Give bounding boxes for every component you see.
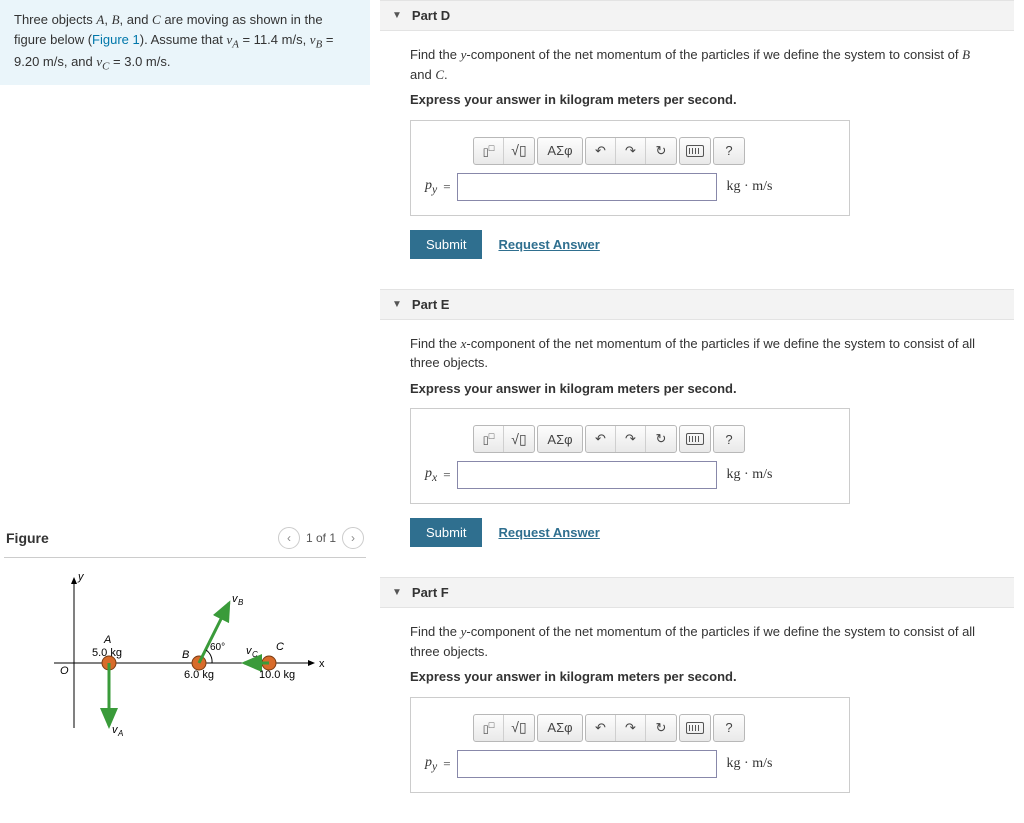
redo-icon[interactable]: ↷ [616, 138, 646, 164]
undo-icon[interactable]: ↶ [586, 426, 616, 452]
reset-icon[interactable]: ↻ [646, 715, 676, 741]
part-f-header[interactable]: ▼ Part F [380, 577, 1014, 608]
svg-text:C: C [276, 641, 284, 653]
part-f-instruction: Find the y-component of the net momentum… [410, 622, 994, 661]
part-f-express: Express your answer in kilogram meters p… [410, 667, 994, 687]
sqrt-icon[interactable]: √▯ [504, 715, 534, 741]
figure-link[interactable]: Figure 1 [92, 32, 140, 47]
part-f-input[interactable] [457, 750, 717, 778]
submit-button[interactable]: Submit [410, 518, 482, 547]
svg-text:A: A [117, 729, 123, 738]
part-e-answer-box: ▯□ √▯ ΑΣφ ↶ ↷ ↻ ? px = [410, 408, 850, 504]
keyboard-icon[interactable] [680, 138, 710, 164]
part-d-input[interactable] [457, 173, 717, 201]
svg-text:x: x [319, 658, 325, 670]
undo-icon[interactable]: ↶ [586, 715, 616, 741]
svg-text:A: A [103, 634, 111, 646]
part-f: ▼ Part F Find the y-component of the net… [380, 577, 1014, 811]
request-answer-link[interactable]: Request Answer [498, 525, 599, 540]
part-e-input[interactable] [457, 461, 717, 489]
unit-label: kg · m/s [727, 467, 773, 483]
greek-button[interactable]: ΑΣφ [538, 138, 582, 164]
figure-title: Figure [6, 530, 49, 546]
svg-text:B: B [238, 598, 244, 607]
caret-icon: ▼ [392, 587, 402, 598]
template-icon[interactable]: ▯□ [474, 426, 504, 452]
figure-prev-button[interactable]: ‹ [278, 527, 300, 549]
part-e-header[interactable]: ▼ Part E [380, 289, 1014, 320]
part-d-header[interactable]: ▼ Part D [380, 0, 1014, 31]
part-e-express: Express your answer in kilogram meters p… [410, 379, 994, 399]
caret-icon: ▼ [392, 10, 402, 21]
part-d-instruction: Find the y-component of the net momentum… [410, 45, 994, 84]
sqrt-icon[interactable]: √▯ [504, 426, 534, 452]
submit-button[interactable]: Submit [410, 230, 482, 259]
undo-icon[interactable]: ↶ [586, 138, 616, 164]
svg-text:5.0 kg: 5.0 kg [92, 647, 122, 659]
svg-text:y: y [77, 571, 85, 583]
help-button[interactable]: ? [714, 138, 744, 164]
svg-text:10.0 kg: 10.0 kg [259, 669, 295, 681]
reset-icon[interactable]: ↻ [646, 426, 676, 452]
svg-text:C: C [252, 650, 258, 659]
figure-counter: 1 of 1 [306, 531, 336, 545]
figure-next-button[interactable]: › [342, 527, 364, 549]
help-button[interactable]: ? [714, 715, 744, 741]
part-e-instruction: Find the x-component of the net momentum… [410, 334, 994, 373]
greek-button[interactable]: ΑΣφ [538, 715, 582, 741]
request-answer-link[interactable]: Request Answer [498, 237, 599, 252]
part-f-answer-box: ▯□ √▯ ΑΣφ ↶ ↷ ↻ ? py = [410, 697, 850, 793]
keyboard-icon[interactable] [680, 715, 710, 741]
help-button[interactable]: ? [714, 426, 744, 452]
part-title: Part E [412, 297, 450, 312]
part-e: ▼ Part E Find the x-component of the net… [380, 289, 1014, 566]
part-d-answer-box: ▯□ √▯ ΑΣφ ↶ ↷ ↻ ? py = [410, 120, 850, 216]
problem-statement: Three objects A, B, and C are moving as … [0, 0, 370, 85]
part-d-express: Express your answer in kilogram meters p… [410, 90, 994, 110]
caret-icon: ▼ [392, 299, 402, 310]
part-title: Part D [412, 8, 450, 23]
svg-text:60°: 60° [210, 642, 225, 653]
figure-diagram: x y O A 5.0 kg v A B 6.0 kg v B [34, 568, 334, 738]
svg-text:6.0 kg: 6.0 kg [184, 669, 214, 681]
redo-icon[interactable]: ↷ [616, 426, 646, 452]
unit-label: kg · m/s [727, 179, 773, 195]
svg-text:B: B [182, 649, 189, 661]
keyboard-icon[interactable] [680, 426, 710, 452]
unit-label: kg · m/s [727, 756, 773, 772]
template-icon[interactable]: ▯□ [474, 715, 504, 741]
redo-icon[interactable]: ↷ [616, 715, 646, 741]
sqrt-icon[interactable]: √▯ [504, 138, 534, 164]
part-d: ▼ Part D Find the y-component of the net… [380, 0, 1014, 277]
greek-button[interactable]: ΑΣφ [538, 426, 582, 452]
template-icon[interactable]: ▯□ [474, 138, 504, 164]
part-title: Part F [412, 585, 449, 600]
reset-icon[interactable]: ↻ [646, 138, 676, 164]
